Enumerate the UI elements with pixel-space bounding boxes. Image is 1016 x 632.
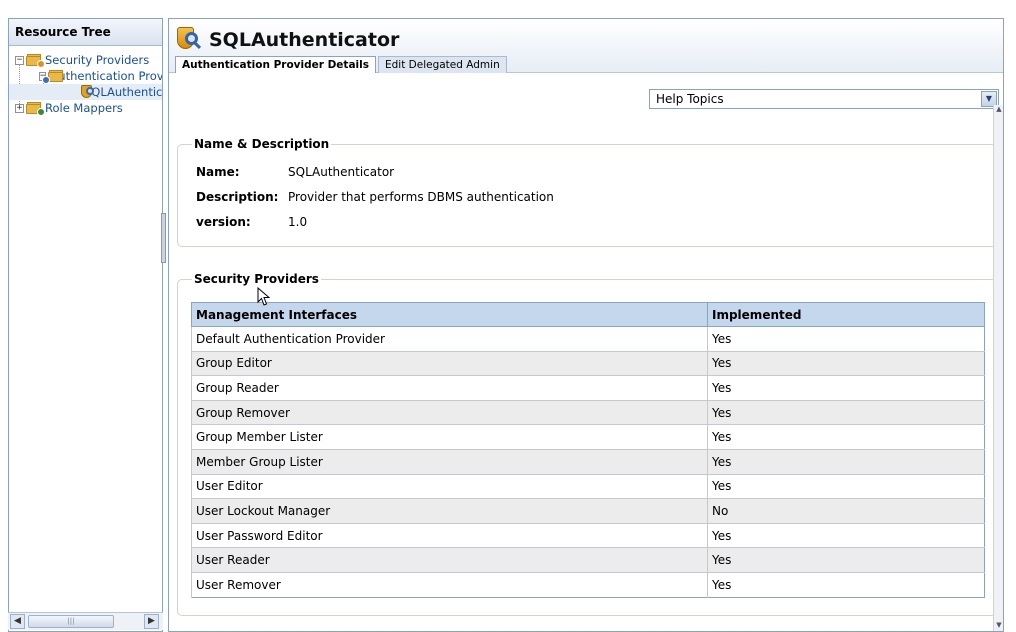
page-title: SQLAuthenticator bbox=[209, 29, 400, 51]
implemented-cell: Yes bbox=[707, 399, 985, 425]
table-row[interactable]: User Lockout Manager No bbox=[191, 498, 985, 524]
interface-name-cell: Default Authentication Provider bbox=[191, 326, 708, 352]
implemented-cell: Yes bbox=[707, 547, 985, 573]
table-row[interactable]: User Editor Yes bbox=[191, 473, 985, 499]
description-value: Provider that performs DBMS authenticati… bbox=[288, 189, 554, 204]
security-providers-legend: Security Providers bbox=[194, 272, 319, 286]
resource-tree-header: Resource Tree bbox=[9, 19, 162, 46]
management-interfaces-table: Management Interfaces Implemented Defaul… bbox=[191, 302, 985, 598]
main-vertical-scrollbar[interactable]: ▲ ▼ bbox=[993, 105, 1003, 631]
implemented-cell: Yes bbox=[707, 424, 985, 450]
description-label: Description: bbox=[196, 189, 279, 204]
implemented-cell: Yes bbox=[707, 522, 985, 548]
table-row[interactable]: User Password Editor Yes bbox=[191, 522, 985, 548]
implemented-cell: Yes bbox=[707, 473, 985, 499]
panel-splitter-handle[interactable] bbox=[161, 213, 166, 263]
folder-icon bbox=[26, 53, 45, 68]
version-row: version: 1.0 bbox=[196, 209, 554, 234]
table-row[interactable]: Member Group Lister Yes bbox=[191, 448, 985, 475]
version-label: version: bbox=[196, 214, 251, 229]
tab-authentication-provider-details[interactable]: Authentication Provider Details bbox=[175, 56, 376, 73]
table-row[interactable]: Group Reader Yes bbox=[191, 375, 985, 401]
expand-icon[interactable]: + bbox=[15, 103, 24, 113]
tree-item-label[interactable]: SQLAuthenticator bbox=[84, 85, 162, 99]
description-row: Description: Provider that performs DBMS… bbox=[196, 184, 554, 209]
scroll-up-icon[interactable]: ▲ bbox=[994, 105, 1004, 115]
table-row[interactable]: Group Remover Yes bbox=[191, 399, 985, 425]
version-value: 1.0 bbox=[288, 214, 308, 229]
name-description-group: Name & Description Name: SQLAuthenticato… bbox=[177, 137, 997, 247]
authenticator-icon bbox=[177, 27, 203, 53]
interface-name-cell: User Lockout Manager bbox=[191, 498, 708, 524]
interface-name-cell: User Remover bbox=[191, 571, 708, 598]
implemented-cell: Yes bbox=[707, 375, 985, 401]
name-label: Name: bbox=[196, 164, 240, 179]
table-row[interactable]: Group Editor Yes bbox=[191, 350, 985, 376]
implemented-cell: Yes bbox=[707, 571, 985, 598]
resource-tree-panel: Resource Tree − Security Providers − Aut… bbox=[8, 18, 163, 632]
interface-name-cell: User Reader bbox=[191, 547, 708, 573]
help-topics-value: Help Topics bbox=[656, 92, 724, 106]
implemented-cell: No bbox=[707, 498, 985, 524]
implemented-cell: Yes bbox=[707, 448, 985, 475]
table-row[interactable]: Default Authentication Provider Yes bbox=[191, 326, 985, 352]
tab-bar: Authentication Provider Details Edit Del… bbox=[169, 55, 1003, 73]
name-description-legend: Name & Description bbox=[194, 137, 330, 151]
interface-name-cell: Group Editor bbox=[191, 350, 708, 376]
resource-tree-body: − Security Providers − Authentication Pr… bbox=[9, 46, 162, 116]
name-description-table: Name: SQLAuthenticator Description: Prov… bbox=[196, 159, 554, 234]
tree-item-security-providers[interactable]: − Security Providers bbox=[9, 52, 162, 68]
management-interfaces-body: Default Authentication Provider Yes Group … bbox=[191, 326, 985, 598]
implemented-cell: Yes bbox=[707, 326, 985, 352]
table-header-row: Management Interfaces Implemented bbox=[191, 302, 985, 327]
mouse-cursor-icon bbox=[257, 287, 271, 306]
interface-name-cell: Group Remover bbox=[191, 399, 708, 425]
name-value: SQLAuthenticator bbox=[288, 164, 395, 179]
scrollbar-thumb[interactable]: ||| bbox=[28, 615, 114, 628]
table-row[interactable]: Group Member Lister Yes bbox=[191, 424, 985, 450]
app-window: Resource Tree − Security Providers − Aut… bbox=[0, 0, 1016, 632]
tree-item-label[interactable]: Security Providers bbox=[45, 53, 149, 67]
page-title-row: SQLAuthenticator bbox=[169, 19, 1003, 55]
folder-icon bbox=[26, 101, 45, 116]
tree-item-role-mappers[interactable]: + Role Mappers bbox=[9, 100, 162, 116]
tree-item-label[interactable]: Role Mappers bbox=[45, 101, 123, 115]
interface-name-cell: User Editor bbox=[191, 473, 708, 499]
page-header: SQLAuthenticator Authentication Provider… bbox=[169, 19, 1003, 73]
security-providers-group: Security Providers Management Interfaces… bbox=[177, 272, 997, 616]
interface-name-cell: User Password Editor bbox=[191, 522, 708, 548]
interface-name-cell: Member Group Lister bbox=[191, 448, 708, 475]
tab-edit-delegated-admin[interactable]: Edit Delegated Admin bbox=[377, 56, 507, 73]
table-row[interactable]: User Remover Yes bbox=[191, 571, 985, 598]
implemented-cell: Yes bbox=[707, 350, 985, 376]
name-row: Name: SQLAuthenticator bbox=[196, 159, 554, 184]
table-row[interactable]: User Reader Yes bbox=[191, 547, 985, 573]
main-content-panel: SQLAuthenticator Authentication Provider… bbox=[168, 18, 1004, 632]
interface-name-cell: Group Reader bbox=[191, 375, 708, 401]
column-header-implemented[interactable]: Implemented bbox=[707, 302, 985, 327]
collapse-icon[interactable]: − bbox=[15, 55, 24, 65]
tree-item-authentication-providers[interactable]: − Authentication Providers bbox=[9, 68, 162, 84]
help-topics-select[interactable]: Help Topics ▼ bbox=[649, 89, 999, 109]
tree-item-label[interactable]: Authentication Providers bbox=[50, 69, 162, 83]
tree-item-sqlauthenticator[interactable]: SQLAuthenticator bbox=[9, 84, 162, 100]
interface-name-cell: Group Member Lister bbox=[191, 424, 708, 450]
scroll-right-icon[interactable]: ▶ bbox=[144, 614, 159, 629]
tree-horizontal-scrollbar[interactable]: ◀ ||| ▶ bbox=[8, 612, 163, 630]
scroll-left-icon[interactable]: ◀ bbox=[10, 614, 25, 629]
scroll-down-icon[interactable]: ▼ bbox=[994, 621, 1004, 631]
